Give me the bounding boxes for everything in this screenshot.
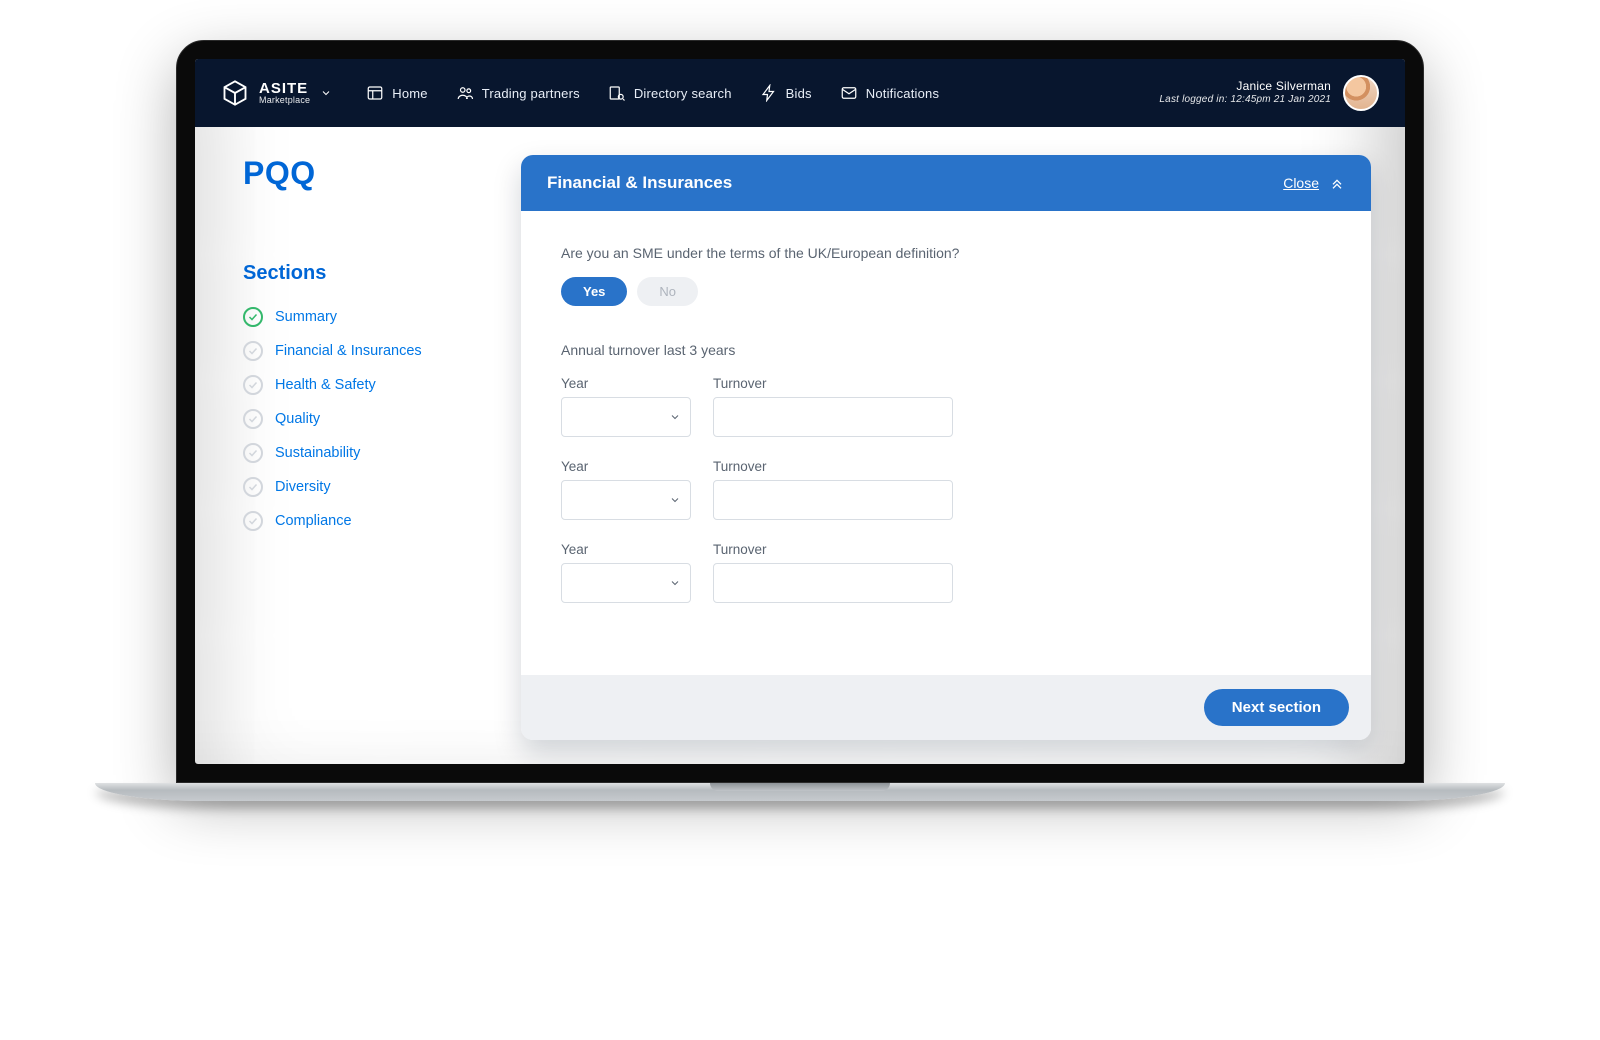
section-label: Sustainability bbox=[275, 445, 360, 461]
turnover-label: Turnover bbox=[713, 542, 953, 557]
nav-label: Notifications bbox=[866, 86, 939, 101]
sections-heading: Sections bbox=[243, 262, 483, 285]
check-circle-icon bbox=[243, 477, 263, 497]
user-box[interactable]: Janice Silverman Last logged in: 12:45pm… bbox=[1159, 75, 1379, 111]
section-label: Financial & Insurances bbox=[275, 343, 422, 359]
turnover-label: Turnover bbox=[713, 459, 953, 474]
sidebar-section-item[interactable]: Health & Safety bbox=[243, 375, 483, 395]
year-label: Year bbox=[561, 376, 691, 391]
close-button[interactable]: Close bbox=[1283, 175, 1345, 191]
screen-bezel: ASITE Marketplace Home Trading partners … bbox=[176, 40, 1424, 783]
check-circle-icon bbox=[243, 375, 263, 395]
panel-body: Are you an SME under the terms of the UK… bbox=[521, 211, 1371, 675]
check-circle-icon bbox=[243, 511, 263, 531]
section-label: Quality bbox=[275, 411, 320, 427]
laptop-mockup: ASITE Marketplace Home Trading partners … bbox=[176, 40, 1424, 801]
year-label: Year bbox=[561, 459, 691, 474]
sidebar-section-item[interactable]: Summary bbox=[243, 307, 483, 327]
year-select[interactable] bbox=[561, 563, 691, 603]
partners-icon bbox=[456, 84, 474, 102]
nav-notifications[interactable]: Notifications bbox=[840, 84, 939, 102]
laptop-base bbox=[95, 783, 1505, 801]
no-button[interactable]: No bbox=[637, 277, 698, 306]
sidebar-section-item[interactable]: Quality bbox=[243, 409, 483, 429]
last-login: Last logged in: 12:45pm 21 Jan 2021 bbox=[1159, 94, 1331, 107]
yes-no-group: Yes No bbox=[561, 277, 1331, 306]
nav-label: Bids bbox=[786, 86, 812, 101]
close-label: Close bbox=[1283, 175, 1319, 191]
panel-header: Financial & Insurances Close bbox=[521, 155, 1371, 211]
collapse-icon bbox=[1329, 175, 1345, 191]
home-icon bbox=[366, 84, 384, 102]
nav-label: Directory search bbox=[634, 86, 732, 101]
turnover-input[interactable] bbox=[713, 397, 953, 437]
turnover-row: Year Turnover bbox=[561, 459, 1331, 520]
year-field: Year bbox=[561, 542, 691, 603]
sidebar-section-item[interactable]: Financial & Insurances bbox=[243, 341, 483, 361]
section-label: Compliance bbox=[275, 513, 352, 529]
page-title: PQQ bbox=[243, 155, 483, 192]
nav-bids[interactable]: Bids bbox=[760, 84, 812, 102]
cube-logo-icon bbox=[221, 79, 249, 107]
user-name: Janice Silverman bbox=[1159, 79, 1331, 94]
year-field: Year bbox=[561, 459, 691, 520]
brand[interactable]: ASITE Marketplace bbox=[221, 79, 332, 107]
turnover-input[interactable] bbox=[713, 480, 953, 520]
section-label: Health & Safety bbox=[275, 377, 376, 393]
chevron-down-icon bbox=[320, 87, 332, 99]
sidebar: PQQ Sections Summary Financial & Insuranc… bbox=[243, 155, 483, 740]
turnover-field: Turnover bbox=[713, 376, 953, 437]
avatar[interactable] bbox=[1343, 75, 1379, 111]
turnover-row: Year Turnover bbox=[561, 376, 1331, 437]
section-list: Summary Financial & Insurances Health & Sa… bbox=[243, 307, 483, 531]
turnover-input[interactable] bbox=[713, 563, 953, 603]
section-label: Diversity bbox=[275, 479, 331, 495]
brand-name: ASITE bbox=[259, 81, 310, 96]
brand-sub: Marketplace bbox=[259, 96, 310, 105]
nav-directory-search[interactable]: Directory search bbox=[608, 84, 732, 102]
nav-label: Trading partners bbox=[482, 86, 580, 101]
form-panel: Financial & Insurances Close Are you an … bbox=[521, 155, 1371, 740]
turnover-rows: Year Turnover Year Turnover bbox=[561, 376, 1331, 603]
nav-home[interactable]: Home bbox=[366, 84, 427, 102]
bids-icon bbox=[760, 84, 778, 102]
turnover-field: Turnover bbox=[713, 459, 953, 520]
check-circle-icon bbox=[243, 341, 263, 361]
turnover-row: Year Turnover bbox=[561, 542, 1331, 603]
section-label: Summary bbox=[275, 309, 337, 325]
sidebar-section-item[interactable]: Compliance bbox=[243, 511, 483, 531]
content: PQQ Sections Summary Financial & Insuranc… bbox=[195, 127, 1405, 764]
turnover-heading: Annual turnover last 3 years bbox=[561, 342, 1331, 358]
sidebar-section-item[interactable]: Sustainability bbox=[243, 443, 483, 463]
year-select[interactable] bbox=[561, 397, 691, 437]
check-circle-icon bbox=[243, 443, 263, 463]
nav-label: Home bbox=[392, 86, 427, 101]
check-circle-icon bbox=[243, 307, 263, 327]
yes-button[interactable]: Yes bbox=[561, 277, 627, 306]
turnover-label: Turnover bbox=[713, 376, 953, 391]
check-circle-icon bbox=[243, 409, 263, 429]
year-field: Year bbox=[561, 376, 691, 437]
mail-icon bbox=[840, 84, 858, 102]
nav-trading-partners[interactable]: Trading partners bbox=[456, 84, 580, 102]
year-select[interactable] bbox=[561, 480, 691, 520]
panel-title: Financial & Insurances bbox=[547, 173, 732, 193]
turnover-field: Turnover bbox=[713, 542, 953, 603]
year-label: Year bbox=[561, 542, 691, 557]
top-nav: ASITE Marketplace Home Trading partners … bbox=[195, 59, 1405, 127]
sidebar-section-item[interactable]: Diversity bbox=[243, 477, 483, 497]
next-section-button[interactable]: Next section bbox=[1204, 689, 1349, 726]
panel-footer: Next section bbox=[521, 675, 1371, 740]
app-screen: ASITE Marketplace Home Trading partners … bbox=[195, 59, 1405, 764]
question-sme: Are you an SME under the terms of the UK… bbox=[561, 245, 1331, 261]
directory-search-icon bbox=[608, 84, 626, 102]
